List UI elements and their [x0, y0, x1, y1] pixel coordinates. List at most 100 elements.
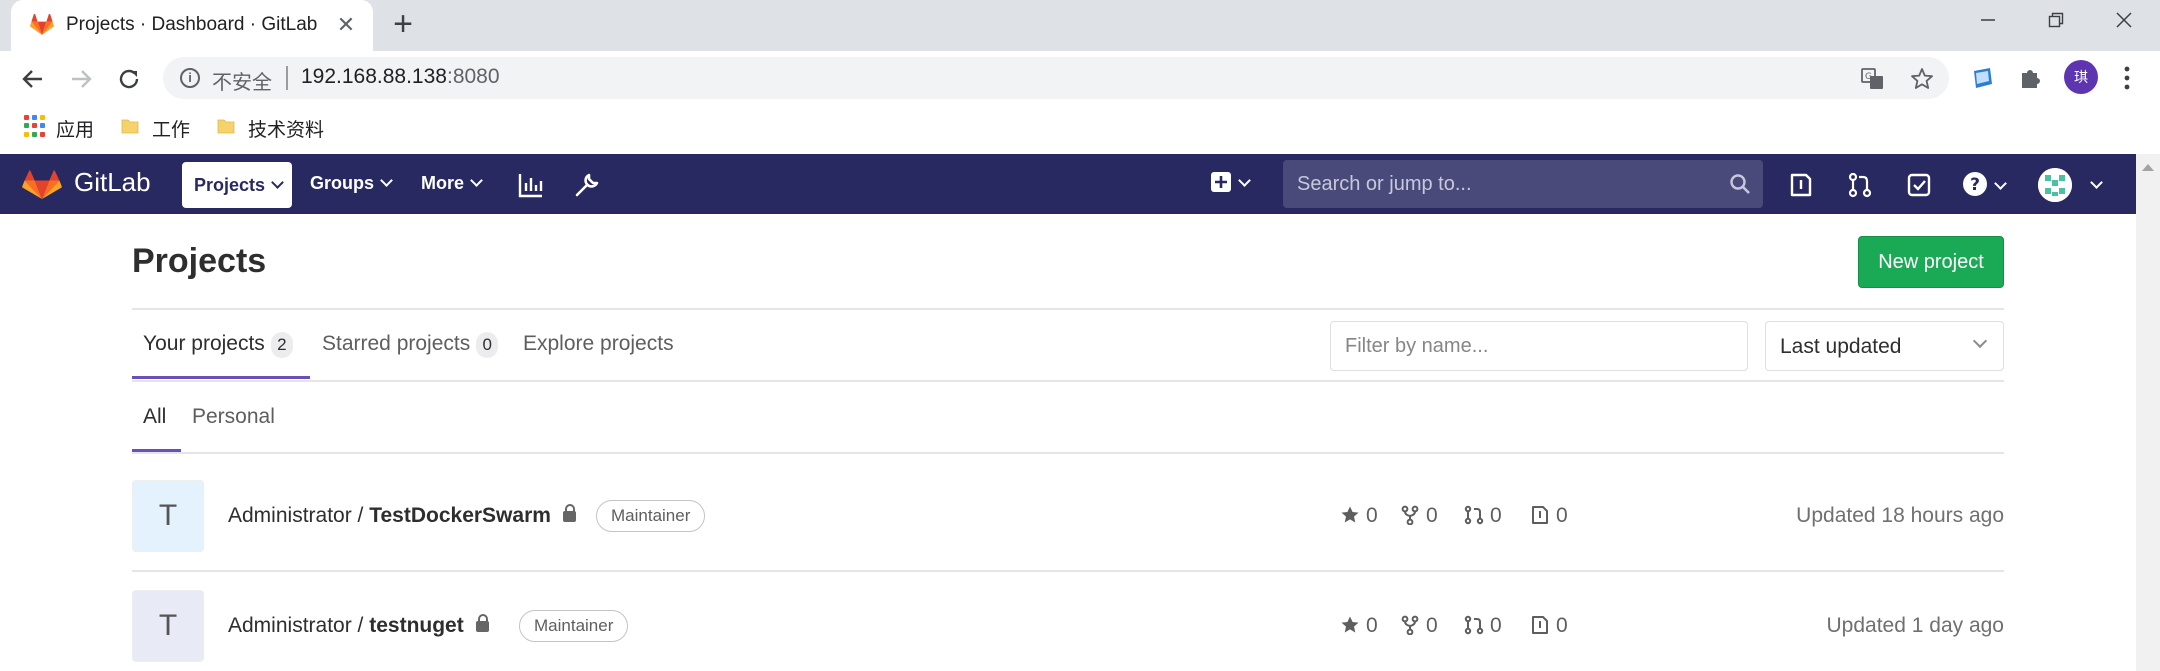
fork-icon — [1401, 615, 1419, 636]
tab-label: Your projects — [143, 332, 265, 355]
address-separator — [286, 66, 288, 90]
new-project-button[interactable]: New project — [1858, 236, 2004, 288]
merge-request-icon — [1464, 615, 1484, 635]
stars-count[interactable]: 0 — [1340, 504, 1378, 528]
project-row[interactable]: T Administrator / testnuget Maintainer 0… — [132, 590, 2004, 671]
projects-menu-button[interactable]: Projects — [182, 162, 292, 208]
forks-count[interactable]: 0 — [1400, 504, 1438, 528]
help-question-icon: ? — [1963, 172, 1987, 196]
gitlab-favicon-icon — [30, 14, 54, 35]
issues-count[interactable]: 0 — [1530, 504, 1568, 528]
divider — [132, 570, 2004, 572]
translate-icon[interactable]: G — [1860, 66, 1886, 92]
star-icon — [1341, 506, 1359, 523]
svg-text:G: G — [1865, 72, 1872, 82]
filter-placeholder: Filter by name... — [1345, 335, 1489, 357]
divider — [132, 452, 2004, 454]
back-arrow-icon[interactable] — [15, 61, 51, 97]
security-label[interactable]: 不安全 — [212, 66, 272, 95]
tab-label: Starred projects — [322, 332, 471, 355]
admin-wrench-icon[interactable] — [573, 171, 601, 199]
merge-requests-count[interactable]: 0 — [1464, 614, 1502, 638]
issue-icon — [1532, 616, 1548, 634]
restore-window-icon[interactable] — [2036, 6, 2076, 36]
project-avatar[interactable]: T — [132, 480, 204, 552]
page-scrollbar[interactable] — [2136, 154, 2160, 671]
chevron-down-icon — [271, 176, 284, 189]
new-tab-button[interactable]: + — [386, 7, 420, 42]
search-icon — [1730, 174, 1750, 194]
plus-square-icon — [1211, 172, 1231, 192]
browser-tab-title: Projects · Dashboard · GitLab — [66, 14, 318, 35]
filter-by-name-input[interactable]: Filter by name... — [1330, 321, 1748, 371]
project-name: TestDockerSwarm — [369, 504, 551, 527]
identicon-icon — [2038, 168, 2072, 202]
merge-requests-count[interactable]: 0 — [1464, 504, 1502, 528]
help-dropdown[interactable]: ? — [1962, 171, 2007, 197]
subtab-label: Personal — [192, 405, 275, 428]
tab-close-icon[interactable]: ✕ — [333, 12, 359, 38]
gitlab-brand[interactable]: GitLab — [74, 167, 151, 198]
svg-text:?: ? — [1970, 175, 1980, 195]
todos-icon[interactable] — [1905, 171, 1933, 199]
project-namespace: Administrator / — [228, 504, 370, 527]
groups-menu-button[interactable]: Groups — [310, 173, 393, 194]
extension-shield-icon[interactable] — [1968, 63, 1998, 93]
subtab-label: All — [143, 405, 167, 428]
folder-icon — [121, 119, 139, 134]
issue-icon — [1532, 506, 1548, 524]
project-row[interactable]: T Administrator / TestDockerSwarm Mainta… — [132, 480, 2004, 590]
url-host: 192.168.88.138 — [301, 65, 447, 88]
project-title[interactable]: Administrator / testnuget — [228, 614, 489, 638]
lock-icon — [475, 614, 489, 632]
chevron-down-icon — [380, 174, 393, 187]
subtab-personal[interactable]: Personal — [192, 405, 275, 429]
projects-menu-label: Projects — [194, 175, 266, 195]
project-namespace: Administrator / — [228, 614, 370, 637]
search-input[interactable]: Search or jump to... — [1283, 160, 1763, 208]
project-title[interactable]: Administrator / TestDockerSwarm — [228, 504, 576, 528]
stars-count[interactable]: 0 — [1340, 614, 1378, 638]
forward-arrow-icon[interactable] — [63, 61, 99, 97]
merge-request-icon — [1464, 505, 1484, 525]
url-text[interactable]: 192.168.88.138:8080 — [301, 65, 500, 89]
browser-menu-icon[interactable] — [2117, 64, 2137, 92]
tab-your-projects[interactable]: Your projects 2 — [143, 332, 293, 358]
issues-count[interactable]: 0 — [1530, 614, 1568, 638]
info-icon[interactable]: i — [180, 68, 200, 88]
reload-icon[interactable] — [111, 61, 147, 97]
activity-chart-icon[interactable] — [517, 171, 545, 199]
chevron-down-icon — [470, 174, 483, 187]
user-avatar[interactable] — [2038, 168, 2072, 202]
search-placeholder: Search or jump to... — [1297, 173, 1472, 195]
sort-dropdown[interactable]: Last updated — [1765, 321, 2004, 371]
issues-icon[interactable] — [1787, 171, 1815, 199]
apps-grid-icon — [24, 115, 46, 137]
chevron-down-icon — [1994, 177, 2007, 190]
gitlab-logo-icon[interactable] — [22, 170, 62, 200]
browser-tab[interactable]: Projects · Dashboard · GitLab ✕ — [11, 0, 373, 51]
new-item-dropdown[interactable] — [1210, 171, 1251, 194]
merge-requests-icon[interactable] — [1846, 171, 1874, 199]
tab-label: Explore projects — [523, 332, 674, 355]
bookmark-label: 工作 — [152, 120, 191, 141]
more-menu-button[interactable]: More — [421, 173, 483, 194]
extensions-puzzle-icon[interactable] — [2016, 63, 2046, 93]
count-badge: 2 — [270, 332, 293, 358]
role-badge: Maintainer — [596, 500, 706, 532]
star-icon — [1341, 616, 1359, 633]
minimize-window-icon[interactable] — [1968, 6, 2008, 36]
updated-time: Updated 1 day ago — [1826, 614, 2004, 637]
fork-icon — [1401, 505, 1419, 526]
close-window-icon[interactable] — [2104, 6, 2144, 36]
chevron-down-icon[interactable] — [2090, 176, 2103, 189]
browser-profile-avatar[interactable]: 琪 — [2064, 60, 2098, 94]
scroll-up-arrow-icon[interactable] — [2142, 164, 2154, 171]
count-badge: 0 — [476, 332, 499, 358]
bookmark-star-icon[interactable] — [1909, 66, 1935, 92]
project-avatar[interactable]: T — [132, 590, 204, 662]
forks-count[interactable]: 0 — [1400, 614, 1438, 638]
tab-explore-projects[interactable]: Explore projects — [523, 332, 674, 356]
subtab-all[interactable]: All — [143, 405, 166, 429]
tab-starred-projects[interactable]: Starred projects 0 — [322, 332, 499, 358]
